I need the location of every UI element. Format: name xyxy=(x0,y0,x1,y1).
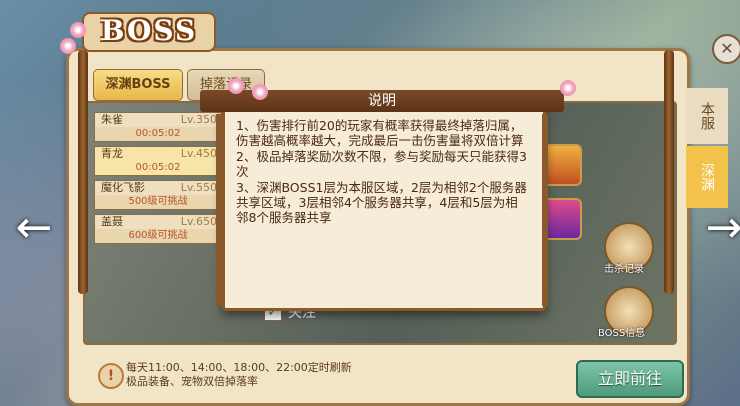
boss-timer: 00:05:02 xyxy=(135,162,181,173)
boss-timer: 00:05:02 xyxy=(135,128,181,139)
boss-info-label: BOSS信息 xyxy=(598,328,646,339)
scroll-rod-right xyxy=(664,50,674,294)
kill-record-label: 击杀记录 xyxy=(604,264,644,275)
side-tab-local[interactable]: 本服 xyxy=(686,88,728,144)
boss-item[interactable]: 盖聂 Lv.650 600级可挑战 xyxy=(94,214,222,244)
blossom-decoration xyxy=(228,78,244,94)
popup-rod-left xyxy=(216,114,222,306)
boss-item[interactable]: 朱雀 Lv.350 00:05:02 xyxy=(94,112,222,142)
exclamation-icon: ! xyxy=(98,363,124,389)
boss-requirement: 600级可挑战 xyxy=(128,230,188,241)
boss-list: 朱雀 Lv.350 00:05:02 青龙 Lv.450 00:05:02 魔化… xyxy=(94,112,222,248)
boss-level: Lv.550 xyxy=(180,181,217,194)
refresh-notice: 每天11:00、14:00、18:00、22:00定时刷新 极品装备、宠物双倍掉… xyxy=(126,361,352,389)
blossom-decoration xyxy=(252,84,268,100)
blossom-decoration xyxy=(60,38,76,54)
blossom-decoration xyxy=(560,80,576,96)
page-title: BOSS xyxy=(82,12,216,52)
popup-rule-3: 3、深渊BOSS1层为本服区域，2层为相邻2个服务器共享区域，3层相邻4个服务器… xyxy=(236,179,527,226)
refresh-time-text: 每天11:00、14:00、18:00、22:00定时刷新 xyxy=(126,361,352,374)
scroll-rod-left xyxy=(78,50,88,294)
boss-item[interactable]: 青龙 Lv.450 00:05:02 xyxy=(94,146,222,176)
boss-name: 魔化飞影 xyxy=(101,181,145,194)
tab-abyss-boss[interactable]: 深渊BOSS xyxy=(93,69,183,101)
boss-requirement: 500级可挑战 xyxy=(128,196,188,207)
blossom-decoration xyxy=(70,22,86,38)
arrow-right-icon[interactable]: → xyxy=(700,200,740,256)
close-icon[interactable]: ✕ xyxy=(712,34,740,64)
boss-level: Lv.350 xyxy=(180,113,217,126)
boss-level: Lv.450 xyxy=(180,147,217,160)
side-tab-abyss[interactable]: 深渊 xyxy=(686,146,728,208)
boss-level: Lv.650 xyxy=(180,215,217,228)
popup-rule-2: 2、极品掉落奖励次数不限，参与奖励每天只能获得3次 xyxy=(236,148,527,180)
go-now-button[interactable]: 立即前往 xyxy=(576,360,684,398)
popup-rod-right xyxy=(542,114,548,306)
boss-name: 青龙 xyxy=(101,147,123,160)
boss-name: 朱雀 xyxy=(101,113,123,126)
popup-rule-1: 1、伤害排行前20的玩家有概率获得最终掉落归属，伤害越高概率越大，完成最后一击伤… xyxy=(236,118,524,149)
boss-item[interactable]: 魔化飞影 Lv.550 500级可挑战 xyxy=(94,180,222,210)
popup-body: 1、伤害排行前20的玩家有概率获得最终掉落归属，伤害越高概率越大，完成最后一击伤… xyxy=(236,118,528,226)
boss-name: 盖聂 xyxy=(101,215,123,228)
arrow-left-icon[interactable]: ← xyxy=(10,200,58,256)
drop-rate-text: 极品装备、宠物双倍掉落率 xyxy=(126,375,258,388)
